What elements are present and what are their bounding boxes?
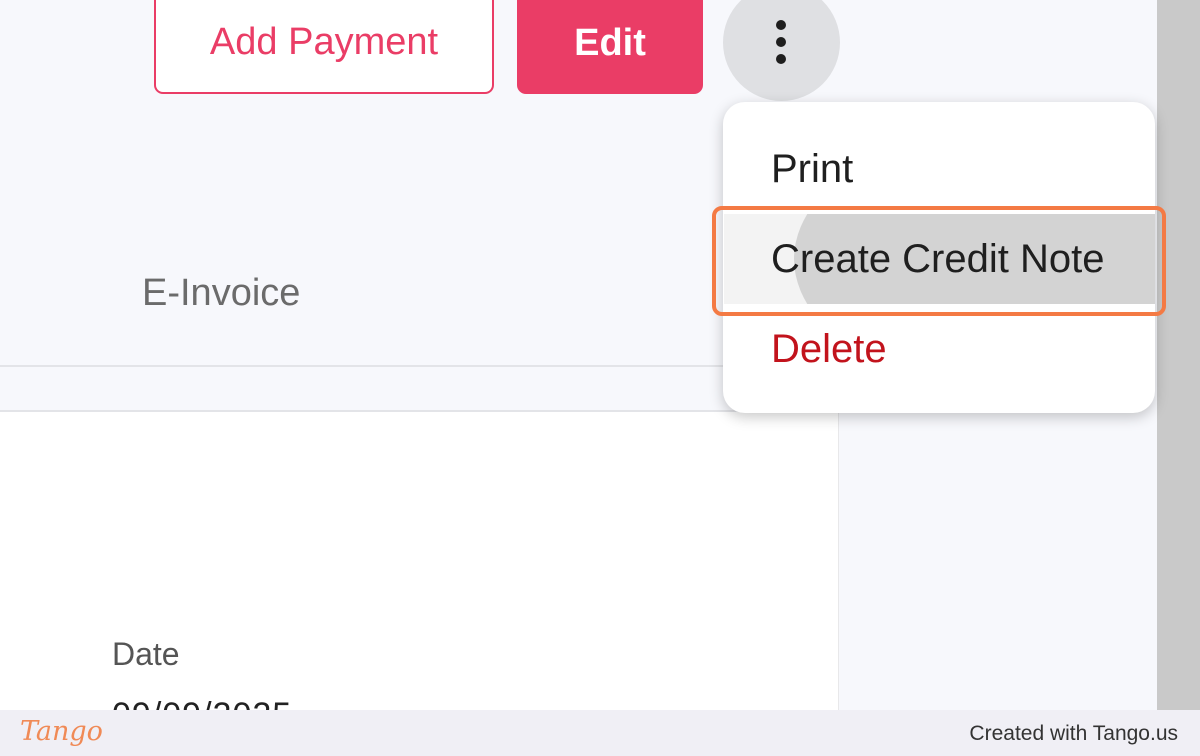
divider bbox=[0, 365, 840, 367]
invoice-page: Date 09/09/2025 Add Payment Edit E-Invoi… bbox=[0, 0, 1200, 756]
tab-einvoice[interactable]: E-Invoice bbox=[142, 272, 300, 315]
click-highlight bbox=[712, 206, 1166, 316]
footer: Tango Created with Tango.us bbox=[0, 710, 1200, 756]
more-options-button[interactable] bbox=[723, 0, 840, 101]
add-payment-button[interactable]: Add Payment bbox=[154, 0, 494, 94]
tango-logo: Tango bbox=[20, 716, 103, 747]
footer-credit: Created with Tango.us bbox=[969, 722, 1178, 745]
menu-item-delete[interactable]: Delete bbox=[771, 327, 887, 372]
scrollbar[interactable] bbox=[1157, 0, 1200, 712]
edit-button[interactable]: Edit bbox=[517, 0, 703, 94]
divider bbox=[0, 410, 840, 412]
date-label: Date bbox=[112, 636, 180, 672]
menu-item-print[interactable]: Print bbox=[771, 147, 853, 192]
